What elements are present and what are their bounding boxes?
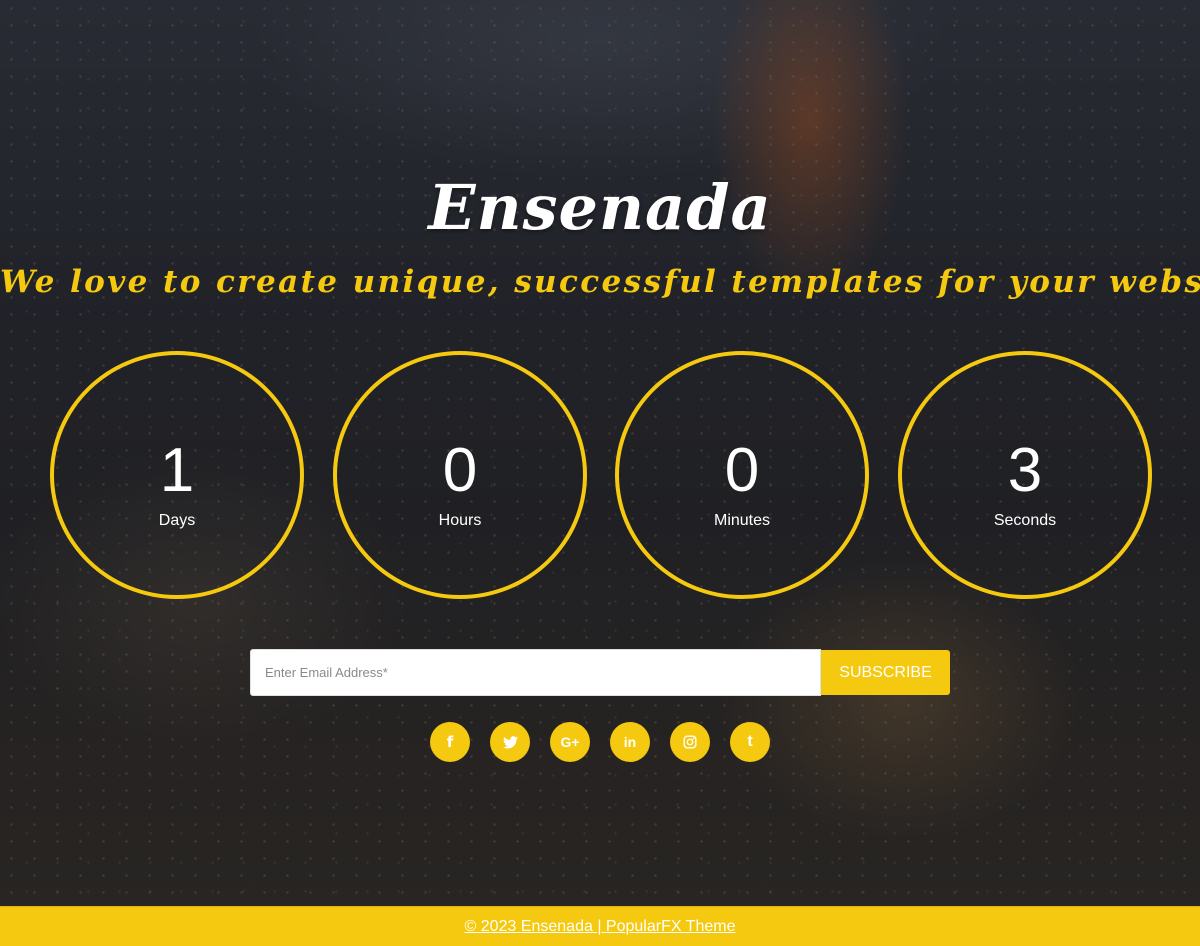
countdown-days-value: 1	[159, 436, 195, 505]
subscribe-form: SUBSCRIBE	[250, 649, 950, 696]
page: Ensenada We love to create unique, succe…	[0, 0, 1200, 946]
twitter-icon	[502, 735, 518, 749]
site-title: Ensenada	[428, 171, 772, 244]
countdown-hours: 0 Hours	[333, 351, 587, 599]
countdown-hours-value: 0	[442, 436, 478, 505]
tumblr-link[interactable]: t	[730, 722, 770, 762]
countdown-minutes: 0 Minutes	[615, 351, 869, 599]
countdown-seconds: 3 Seconds	[898, 351, 1152, 599]
footer-credit-link[interactable]: © 2023 Ensenada | PopularFX Theme	[465, 917, 736, 937]
facebook-link[interactable]: f	[430, 722, 470, 762]
twitter-link[interactable]	[490, 722, 530, 762]
facebook-icon: f	[446, 733, 454, 751]
email-input[interactable]	[250, 649, 821, 696]
linkedin-link[interactable]: in	[610, 722, 650, 762]
footer: © 2023 Ensenada | PopularFX Theme	[0, 906, 1200, 946]
countdown-minutes-value: 0	[724, 436, 760, 505]
countdown-days-label: Days	[158, 512, 196, 529]
countdown-hours-label: Hours	[438, 512, 482, 529]
google-plus-icon: G+	[560, 734, 580, 750]
linkedin-icon: in	[623, 734, 637, 750]
subscribe-button[interactable]: SUBSCRIBE	[821, 650, 950, 695]
countdown-seconds-label: Seconds	[993, 512, 1057, 529]
tumblr-icon: t	[747, 733, 753, 750]
site-tagline: We love to create unique, successful tem…	[0, 264, 1200, 300]
instagram-link[interactable]	[670, 722, 710, 762]
countdown-seconds-value: 3	[1007, 436, 1043, 505]
countdown-days: 1 Days	[50, 351, 304, 599]
google-plus-link[interactable]: G+	[550, 722, 590, 762]
instagram-icon	[683, 735, 697, 749]
countdown-minutes-label: Minutes	[713, 512, 771, 529]
